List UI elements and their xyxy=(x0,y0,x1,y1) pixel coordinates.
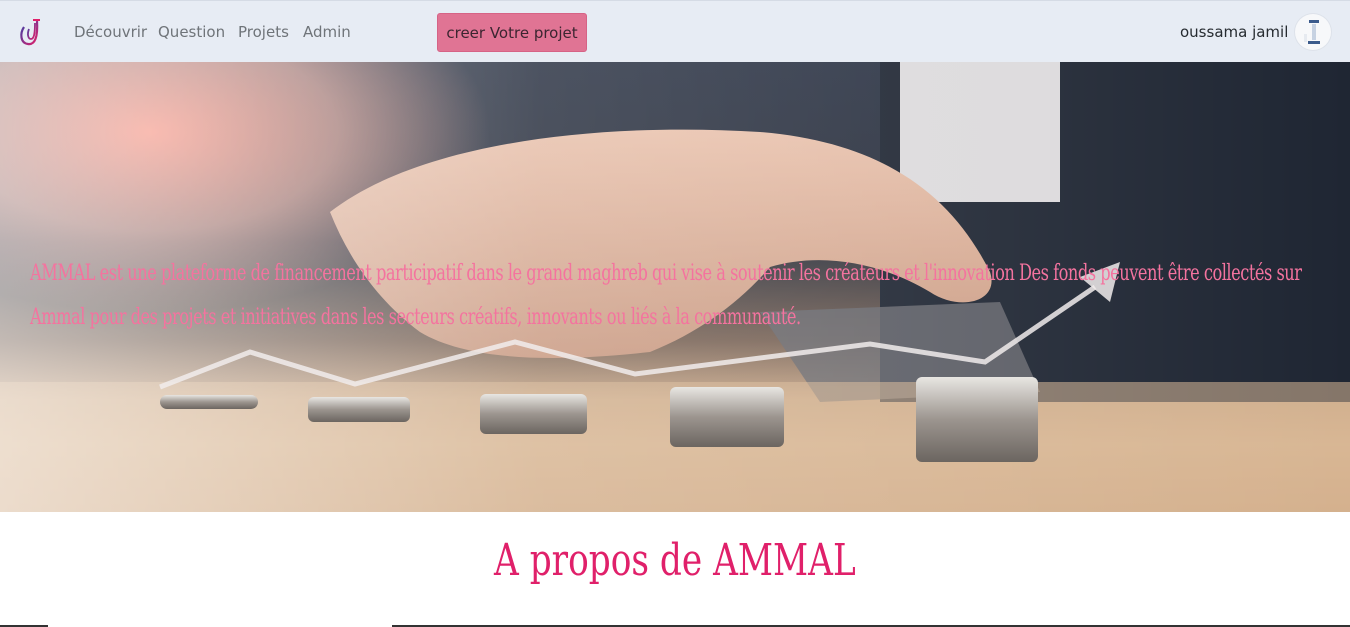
user-avatar-icon[interactable] xyxy=(1295,14,1331,50)
hero-banner: AMMAL est une plateforme de financement … xyxy=(0,62,1350,512)
nav-link-question[interactable]: Question xyxy=(158,23,225,41)
about-title: A propos de AMMAL xyxy=(0,535,1350,586)
ammal-logo-icon[interactable] xyxy=(18,17,44,47)
username[interactable]: oussama jamil xyxy=(1180,23,1288,41)
nav-link-admin[interactable]: Admin xyxy=(303,23,351,41)
create-project-button[interactable]: creer Votre projet xyxy=(437,13,587,52)
nav-link-projets[interactable]: Projets xyxy=(238,23,289,41)
navbar: Découvrir Question Projets Admin creer V… xyxy=(0,0,1350,62)
hero-description: AMMAL est une plateforme de financement … xyxy=(30,261,1302,330)
nav-link-decouvrir[interactable]: Découvrir xyxy=(74,23,147,41)
about-title-text: A propos de AMMAL xyxy=(494,535,856,586)
